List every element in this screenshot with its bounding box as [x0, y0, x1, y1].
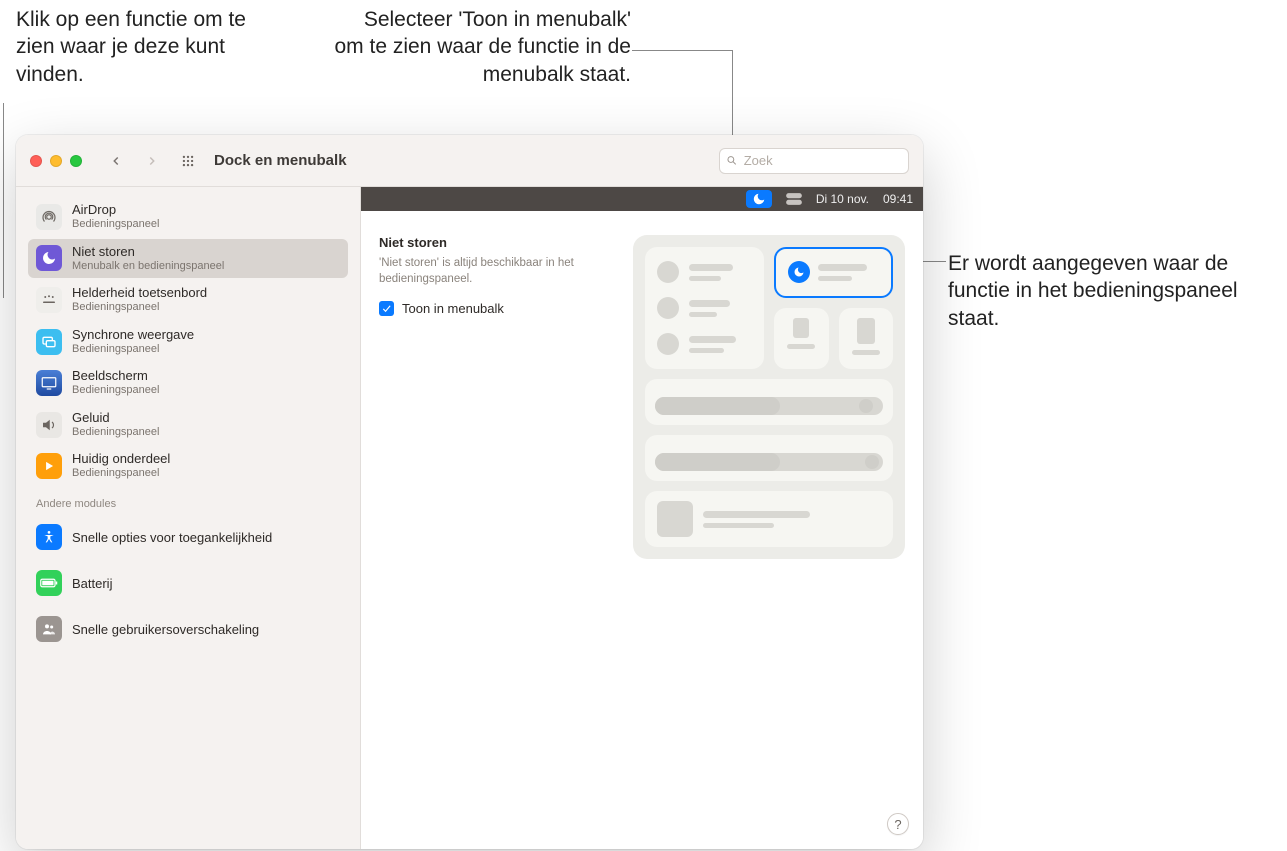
- menubar-date: Di 10 nov.: [816, 192, 869, 206]
- cc-tile-slider: [645, 379, 893, 425]
- callout-top-right: Selecteer 'Toon in menubalk' om te zien …: [331, 6, 631, 88]
- zoom-window-button[interactable]: [70, 155, 82, 167]
- sidebar-item-label: Helderheid toetsenbord: [72, 286, 207, 301]
- close-window-button[interactable]: [30, 155, 42, 167]
- sidebar-item-do-not-disturb[interactable]: Niet storen Menubalk en bedieningspaneel: [28, 239, 348, 279]
- sidebar-item-battery[interactable]: Batterij: [28, 560, 348, 606]
- sidebar-item-sublabel: Bedieningspaneel: [72, 426, 159, 439]
- detail-description: 'Niet storen' is altijd beschikbaar in h…: [379, 256, 619, 287]
- sidebar-section-header: Andere modules: [28, 488, 348, 514]
- battery-icon: [36, 570, 62, 596]
- keyboard-brightness-icon: [36, 287, 62, 313]
- detail-heading: Niet storen: [379, 235, 619, 250]
- search-field[interactable]: [719, 148, 909, 174]
- sidebar-item-sublabel: Bedieningspaneel: [72, 218, 159, 231]
- display-icon: [36, 370, 62, 396]
- search-input[interactable]: [744, 153, 902, 168]
- menubar-control-center-icon: [786, 190, 802, 208]
- sidebar-item-sublabel: Menubalk en bedieningspaneel: [72, 260, 224, 273]
- detail-pane: Di 10 nov. 09:41 Niet storen 'Niet store…: [361, 187, 923, 849]
- sound-icon: [36, 412, 62, 438]
- checkbox-checked-icon: [379, 301, 394, 316]
- sidebar-item-label: Snelle opties voor toegankelijkheid: [72, 530, 272, 545]
- sidebar-item-sound[interactable]: Geluid Bedieningspaneel: [28, 405, 348, 445]
- sidebar-item-sublabel: Bedieningspaneel: [72, 343, 194, 356]
- cc-tile-connectivity: [645, 247, 764, 369]
- user-switching-icon: [36, 616, 62, 642]
- cc-tile-do-not-disturb-highlight: [774, 247, 893, 298]
- cc-tile-slider: [645, 435, 893, 481]
- sidebar-item-now-playing[interactable]: Huidig onderdeel Bedieningspaneel: [28, 446, 348, 486]
- cc-tile-small: [839, 308, 894, 370]
- callout-line: [3, 103, 4, 298]
- sidebar-item-airdrop[interactable]: AirDrop Bedieningspaneel: [28, 197, 348, 237]
- sidebar-item-screen-mirroring[interactable]: Synchrone weergave Bedieningspaneel: [28, 322, 348, 362]
- sidebar-item-label: Batterij: [72, 576, 112, 591]
- sidebar-item-sublabel: Bedieningspaneel: [72, 467, 170, 480]
- menubar-preview: Di 10 nov. 09:41: [361, 187, 923, 211]
- checkbox-label: Toon in menubalk: [402, 301, 504, 316]
- callout-line: [632, 50, 732, 51]
- back-button[interactable]: [102, 149, 130, 173]
- sidebar-item-label: Huidig onderdeel: [72, 452, 170, 467]
- minimize-window-button[interactable]: [50, 155, 62, 167]
- sidebar: AirDrop Bedieningspaneel Niet storen Men…: [16, 187, 361, 849]
- sidebar-item-sublabel: Bedieningspaneel: [72, 384, 159, 397]
- cc-tile-small: [774, 308, 829, 370]
- menubar-dnd-indicator: [746, 190, 772, 208]
- window-controls: [30, 155, 82, 167]
- moon-icon: [788, 261, 810, 283]
- help-button[interactable]: ?: [887, 813, 909, 835]
- sidebar-item-label: Synchrone weergave: [72, 328, 194, 343]
- moon-icon: [36, 245, 62, 271]
- sidebar-item-fast-user-switching[interactable]: Snelle gebruikersoverschakeling: [28, 606, 348, 652]
- sidebar-item-label: Niet storen: [72, 245, 224, 260]
- sidebar-item-sublabel: Bedieningspaneel: [72, 301, 207, 314]
- now-playing-icon: [36, 453, 62, 479]
- sidebar-item-accessibility-shortcuts[interactable]: Snelle opties voor toegankelijkheid: [28, 514, 348, 560]
- sidebar-item-label: Beeldscherm: [72, 369, 159, 384]
- search-icon: [726, 154, 738, 167]
- sidebar-item-keyboard-brightness[interactable]: Helderheid toetsenbord Bedieningspaneel: [28, 280, 348, 320]
- sidebar-item-label: Geluid: [72, 411, 159, 426]
- preferences-window: Dock en menubalk AirDrop Bedieningspanee…: [16, 135, 923, 849]
- window-title: Dock en menubalk: [214, 152, 347, 169]
- sidebar-item-label: Snelle gebruikersoverschakeling: [72, 622, 259, 637]
- callout-left: Klik op een functie om te zien waar je d…: [16, 6, 276, 88]
- accessibility-icon: [36, 524, 62, 550]
- menubar-time: 09:41: [883, 192, 913, 206]
- sidebar-item-display[interactable]: Beeldscherm Bedieningspaneel: [28, 363, 348, 403]
- show-in-menubar-checkbox[interactable]: Toon in menubalk: [379, 301, 619, 316]
- titlebar: Dock en menubalk: [16, 135, 923, 187]
- show-all-button[interactable]: [174, 149, 202, 173]
- callout-right: Er wordt aangegeven waar de functie in h…: [948, 250, 1278, 332]
- airdrop-icon: [36, 204, 62, 230]
- control-center-preview: [633, 235, 905, 559]
- cc-tile-now-playing: [645, 491, 893, 547]
- forward-button[interactable]: [138, 149, 166, 173]
- screen-mirroring-icon: [36, 329, 62, 355]
- sidebar-item-label: AirDrop: [72, 203, 159, 218]
